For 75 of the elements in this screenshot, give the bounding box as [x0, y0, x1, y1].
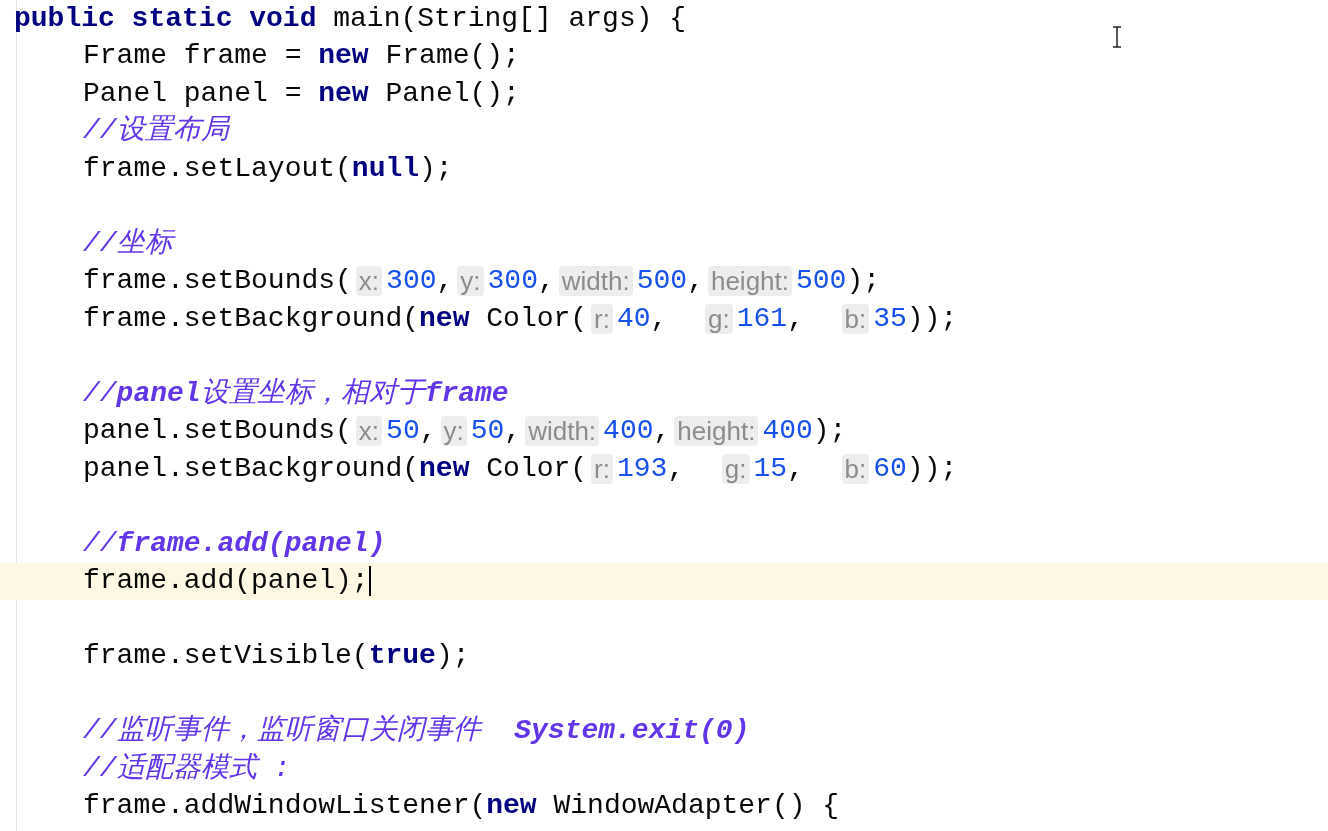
parameter-hint: b: — [841, 303, 870, 334]
number-literal: 400 — [603, 414, 654, 449]
comment: //监听事件，监听窗口关闭事件 System.exit(0) — [83, 713, 750, 749]
code-text: Color( — [485, 301, 588, 336]
parameter-hint: y: — [457, 266, 484, 297]
code-text: )); — [906, 301, 958, 336]
number-literal: 50 — [386, 414, 420, 449]
number-literal: 500 — [796, 264, 847, 299]
number-literal: 15 — [753, 451, 788, 486]
parameter-hint: r: — [591, 453, 613, 484]
code-text: , — [653, 414, 671, 449]
number-literal: 60 — [873, 451, 907, 486]
keyword: new — [419, 301, 470, 336]
code-text: , — [687, 264, 704, 299]
code-text: frame.setVisible( — [83, 639, 369, 674]
code-text: ); — [435, 639, 470, 674]
keyword: public static void — [14, 1, 317, 36]
code-text: Frame(); — [384, 39, 520, 74]
parameter-hint: g: — [705, 303, 733, 334]
keyword: new — [486, 789, 537, 824]
parameter-hint: width: — [558, 266, 633, 297]
code-text: panel.setBackground( — [83, 451, 420, 486]
code-text: , — [419, 414, 437, 449]
code-text: Panel(); — [384, 76, 520, 111]
code-text: Frame frame = — [83, 39, 303, 74]
code-text: ); — [846, 264, 881, 299]
number-literal: 35 — [873, 301, 907, 336]
number-literal: 400 — [762, 414, 813, 449]
number-literal: 161 — [736, 301, 788, 336]
code-text: , — [650, 301, 669, 336]
number-literal: 40 — [617, 301, 651, 336]
code-text: frame.setBackground( — [83, 301, 420, 336]
code-text: , — [436, 264, 454, 299]
code-text: main(String[] args) { — [332, 1, 687, 36]
code-text: frame.setBounds( — [83, 264, 352, 299]
code-text: , — [667, 451, 686, 486]
code-text: )); — [906, 451, 958, 486]
number-literal: 500 — [636, 264, 688, 299]
code-text: Color( — [485, 451, 588, 486]
code-text: frame.addWindowListener( — [83, 789, 487, 824]
parameter-hint: g: — [721, 453, 750, 484]
parameter-hint: r: — [591, 303, 613, 334]
number-literal: 50 — [470, 414, 505, 449]
keyword: null — [351, 151, 420, 186]
parameter-hint: b: — [841, 453, 870, 484]
code-text: ); — [812, 414, 847, 449]
keyword: new — [318, 76, 369, 111]
keyword: new — [419, 451, 470, 486]
code-text: , — [537, 264, 555, 299]
code-text: frame.add(panel); — [83, 564, 369, 599]
comment: //panel设置坐标，相对于frame — [83, 376, 509, 411]
parameter-hint: x: — [355, 266, 383, 297]
keyword: new — [318, 39, 369, 74]
comment: //设置布局 — [83, 114, 229, 149]
code-text: WindowAdapter() { — [552, 789, 840, 824]
number-literal: 193 — [617, 451, 668, 486]
comment: //frame.add(panel) — [83, 526, 386, 561]
code-text: , — [787, 451, 805, 486]
number-literal: 300 — [487, 264, 538, 299]
code-text: frame.setLayout( — [83, 151, 352, 186]
parameter-hint: x: — [355, 416, 383, 447]
number-literal: 300 — [386, 264, 437, 299]
parameter-hint: height: — [674, 416, 759, 447]
code-text: Panel panel = — [83, 76, 303, 111]
parameter-hint: height: — [707, 266, 792, 297]
code-text: ); — [419, 151, 453, 186]
comment: //适配器模式 : — [83, 751, 291, 786]
parameter-hint: y: — [440, 416, 467, 447]
parameter-hint: width: — [525, 416, 600, 447]
code-text: , — [504, 414, 522, 449]
code-text: , — [787, 301, 805, 336]
keyword: true — [368, 639, 436, 674]
text-cursor-icon — [1111, 26, 1123, 48]
text-caret — [368, 566, 371, 597]
code-text: panel.setBounds( — [83, 414, 352, 449]
